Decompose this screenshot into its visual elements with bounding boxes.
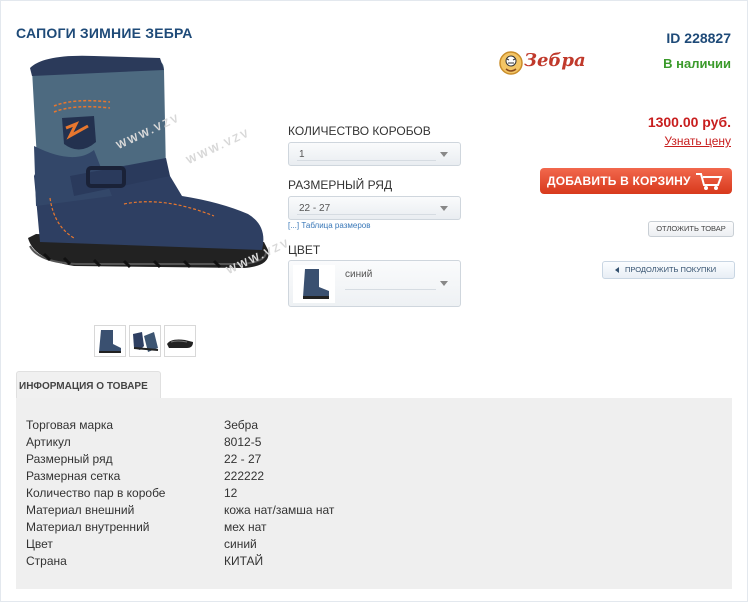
info-label: Размерная сетка	[26, 469, 121, 483]
product-title: САПОГИ ЗИМНИЕ ЗЕБРА	[16, 25, 193, 41]
brand-logo[interactable]: Зебра	[498, 48, 586, 78]
arrow-left-icon	[615, 267, 619, 273]
info-value: синий	[224, 537, 257, 551]
boot-thumb-icon	[99, 330, 121, 353]
add-to-cart-label: ДОБАВИТЬ В КОРЗИНУ	[547, 174, 691, 188]
ask-price-link[interactable]: Узнать цену	[664, 134, 731, 148]
price: 1300.00 руб.	[647, 114, 731, 130]
boot-thumb-icon	[303, 269, 329, 299]
defer-button[interactable]: ОТЛОЖИТЬ ТОВАР	[648, 221, 734, 237]
size-range-label: РАЗМЕРНЫЙ РЯД	[288, 178, 393, 192]
chevron-down-icon	[440, 206, 448, 211]
color-value: синий	[345, 269, 373, 280]
color-select[interactable]: синий	[288, 260, 461, 307]
chevron-down-icon	[440, 281, 448, 286]
info-label: Количество пар в коробе	[26, 486, 166, 500]
select-underline	[297, 160, 436, 161]
info-value: Зебра	[224, 418, 259, 432]
info-label: Страна	[26, 554, 67, 568]
info-value: КИТАЙ	[224, 554, 264, 568]
add-to-cart-button[interactable]: ДОБАВИТЬ В КОРЗИНУ	[540, 168, 732, 194]
size-table-link[interactable]: [...] Таблица размеров	[288, 221, 371, 230]
boxes-label: КОЛИЧЕСТВО КОРОБОВ	[288, 124, 431, 138]
color-swatch-image	[293, 265, 335, 303]
color-label: ЦВЕТ	[288, 243, 321, 257]
thumbnail-pair[interactable]	[129, 325, 161, 357]
chevron-down-icon	[440, 152, 448, 157]
info-label: Цвет	[26, 537, 53, 551]
info-value: 8012-5	[224, 435, 262, 449]
zebra-mascot-icon	[499, 51, 523, 75]
info-value: мех нат	[224, 520, 267, 534]
thumbnail-side[interactable]	[94, 325, 126, 357]
boot-pair-icon	[133, 332, 159, 352]
boot-sole-icon	[167, 339, 193, 348]
info-label: Артикул	[26, 435, 71, 449]
size-range-select[interactable]: 22 - 27	[288, 196, 461, 220]
info-label: Размерный ряд	[26, 452, 113, 466]
info-value: 22 - 27	[224, 452, 262, 466]
info-value: 222222	[224, 469, 265, 483]
stock-status: В наличии	[663, 56, 731, 71]
product-image[interactable]: WWW.VZV WWW.VZV WWW.VZV	[14, 46, 292, 308]
select-underline	[297, 214, 436, 215]
info-value: 12	[224, 486, 238, 500]
cart-icon	[696, 173, 723, 190]
product-id: ID 228827	[666, 30, 731, 46]
size-range-value: 22 - 27	[299, 203, 331, 214]
info-label: Торговая марка	[26, 418, 114, 432]
info-value: кожа нат/замша нат	[224, 503, 335, 517]
info-label: Материал внешний	[26, 503, 135, 517]
select-underline	[345, 289, 436, 290]
boxes-select[interactable]: 1	[288, 142, 461, 166]
continue-shopping-button[interactable]: ПРОДОЛЖИТЬ ПОКУПКИ	[602, 261, 735, 279]
boxes-value: 1	[299, 149, 305, 160]
thumbnail-sole[interactable]	[164, 325, 196, 357]
thumbnail-strip	[94, 325, 196, 357]
tab-product-info[interactable]: ИНФОРМАЦИЯ О ТОВАРЕ	[16, 371, 161, 399]
info-label: Материал внутренний	[26, 520, 150, 534]
continue-shopping-label: ПРОДОЛЖИТЬ ПОКУПКИ	[625, 265, 717, 274]
brand-name: Зебра	[524, 50, 586, 71]
